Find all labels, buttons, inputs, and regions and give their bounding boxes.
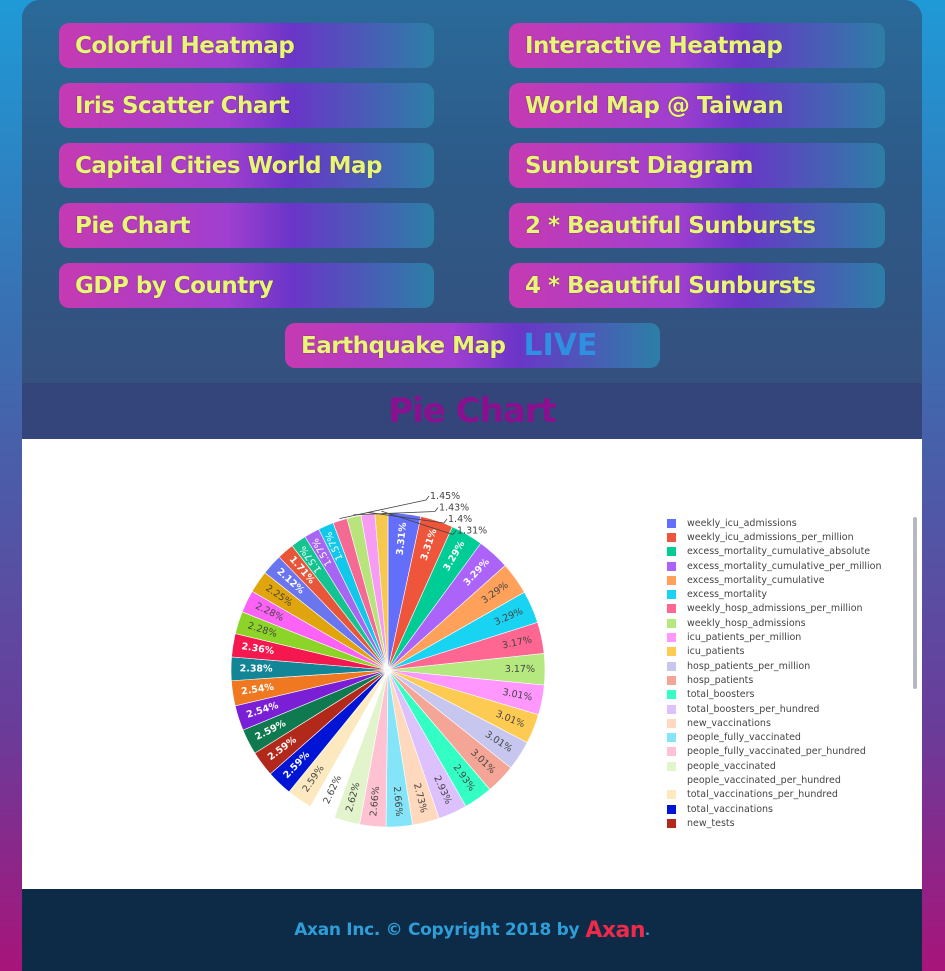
legend-item[interactable]: total_boosters [667,688,907,702]
legend-swatch [667,547,676,557]
legend-item[interactable]: total_vaccinations_per_hundred [667,788,907,802]
legend-swatch [667,618,676,628]
iris-scatter-chart-button[interactable]: Iris Scatter Chart [59,83,434,128]
legend-swatch [667,604,676,614]
legend-label: excess_mortality_cumulative_absolute [687,546,871,558]
legend-label: total_boosters_per_hundred [687,703,820,715]
legend-item[interactable]: people_fully_vaccinated [667,730,907,744]
pie-chart-area: 3.31% 3.31% 3.29% 3.29% 3.29% 3.29% 3.17% 3.17%… [22,439,922,889]
legend-item[interactable]: people_vaccinated [667,759,907,773]
legend-item[interactable]: new_vaccinations [667,716,907,730]
sunburst-diagram-button[interactable]: Sunburst Diagram [509,143,885,188]
legend-item[interactable]: people_fully_vaccinated_per_hundred [667,745,907,759]
legend-label: new_vaccinations [687,717,771,729]
legend-swatch [667,633,676,643]
slice-value-label: 1.4% [448,514,472,525]
legend-label: weekly_icu_admissions_per_million [687,531,854,543]
legend-label: people_fully_vaccinated [687,732,801,744]
pie-chart: 3.31% 3.31% 3.29%3.29%3.29%3.29%3.17%3.17%… [230,491,546,828]
legend-item[interactable]: hosp_patients_per_million [667,659,907,673]
colorful-heatmap-button[interactable]: Colorful Heatmap [59,23,434,68]
live-badge: LIVE [523,328,598,363]
legend-swatch [667,647,676,657]
footer-copyright: Axan Inc. © Copyright 2018 by [294,920,580,940]
legend-label: icu_patients_per_million [687,632,802,644]
main-panel: Colorful Heatmap Interactive Heatmap Iri… [22,0,922,971]
legend-swatch [667,733,676,743]
legend-item[interactable]: hosp_patients [667,673,907,687]
legend-item[interactable]: weekly_icu_admissions [667,516,907,530]
legend-label: hosp_patients_per_million [687,660,811,672]
legend-scrollbar[interactable] [913,517,917,689]
legend-item[interactable]: icu_patients [667,645,907,659]
legend-item[interactable]: excess_mortality_cumulative_per_million [667,559,907,573]
legend-swatch [667,561,676,571]
legend-label: excess_mortality_cumulative_per_million [687,560,882,572]
legend-label: hosp_patients [687,674,754,686]
legend-item[interactable]: weekly_hosp_admissions [667,616,907,630]
legend-label: people_fully_vaccinated_per_hundred [687,746,866,758]
legend-swatch [667,718,676,728]
slice-value-label: 2.38% [240,663,274,674]
legend-swatch [667,532,676,542]
legend-item[interactable]: people_vaccinated_per_hundred [667,773,907,787]
legend-label: weekly_hosp_admissions_per_million [687,603,863,615]
legend-swatch [667,747,676,757]
legend-item[interactable]: excess_mortality_cumulative_absolute [667,545,907,559]
slice-value-label: 1.43% [439,503,469,514]
legend-label: total_vaccinations [687,803,773,815]
earthquake-map-button[interactable]: Earthquake Map LIVE [285,323,660,368]
legend-label: people_vaccinated [687,760,776,772]
legend-item[interactable]: weekly_icu_admissions_per_million [667,530,907,544]
page-title: Pie Chart [388,391,557,431]
legend-item[interactable]: excess_mortality_cumulative [667,573,907,587]
legend-swatch [667,590,676,600]
two-beautiful-sunbursts-button[interactable]: 2 * Beautiful Sunbursts [509,203,885,248]
four-beautiful-sunbursts-button[interactable]: 4 * Beautiful Sunbursts [509,263,885,308]
nav-menu: Colorful Heatmap Interactive Heatmap Iri… [22,0,922,383]
legend-swatch [667,818,676,828]
pie-chart-button[interactable]: Pie Chart [59,203,434,248]
legend-item[interactable]: weekly_hosp_admissions_per_million [667,602,907,616]
legend-item[interactable]: icu_patients_per_million [667,630,907,644]
footer: Axan Inc. © Copyright 2018 by Axan . [22,889,922,971]
legend-swatch [667,518,676,528]
legend-label: icu_patients [687,646,745,658]
legend-swatch [667,790,676,800]
legend-swatch [667,775,676,785]
legend-label: new_tests [687,817,735,829]
legend-swatch [667,575,676,585]
legend-swatch [667,661,676,671]
legend-swatch [667,804,676,814]
slice-value-label: 1.31% [457,526,487,537]
legend-label: total_vaccinations_per_hundred [687,789,838,801]
legend-item[interactable]: excess_mortality [667,587,907,601]
legend-item[interactable]: new_tests [667,816,907,830]
footer-period: . [645,920,650,939]
footer-brand[interactable]: Axan [585,918,645,943]
capital-cities-world-map-button[interactable]: Capital Cities World Map [59,143,434,188]
chart-legend: weekly_icu_admissions weekly_icu_admissio… [667,516,907,831]
legend-label: weekly_hosp_admissions [687,617,806,629]
legend-swatch [667,675,676,685]
world-map-taiwan-button[interactable]: World Map @ Taiwan [509,83,885,128]
legend-swatch [667,690,676,700]
page-title-bar: Pie Chart [22,383,922,439]
slice-value-label: 2.66% [391,786,404,817]
legend-label: excess_mortality_cumulative [687,574,825,586]
interactive-heatmap-button[interactable]: Interactive Heatmap [509,23,885,68]
gdp-by-country-button[interactable]: GDP by Country [59,263,434,308]
legend-label: excess_mortality [687,589,767,601]
legend-item[interactable]: total_boosters_per_hundred [667,702,907,716]
earthquake-map-label: Earthquake Map [301,332,506,359]
legend-swatch [667,761,676,771]
slice-value-label: 1.45% [430,491,460,502]
legend-label: people_vaccinated_per_hundred [687,774,841,786]
legend-label: total_boosters [687,689,755,701]
legend-item[interactable]: total_vaccinations [667,802,907,816]
legend-label: weekly_icu_admissions [687,517,797,529]
slice-value-label: 3.17% [505,664,535,675]
legend-swatch [667,704,676,714]
